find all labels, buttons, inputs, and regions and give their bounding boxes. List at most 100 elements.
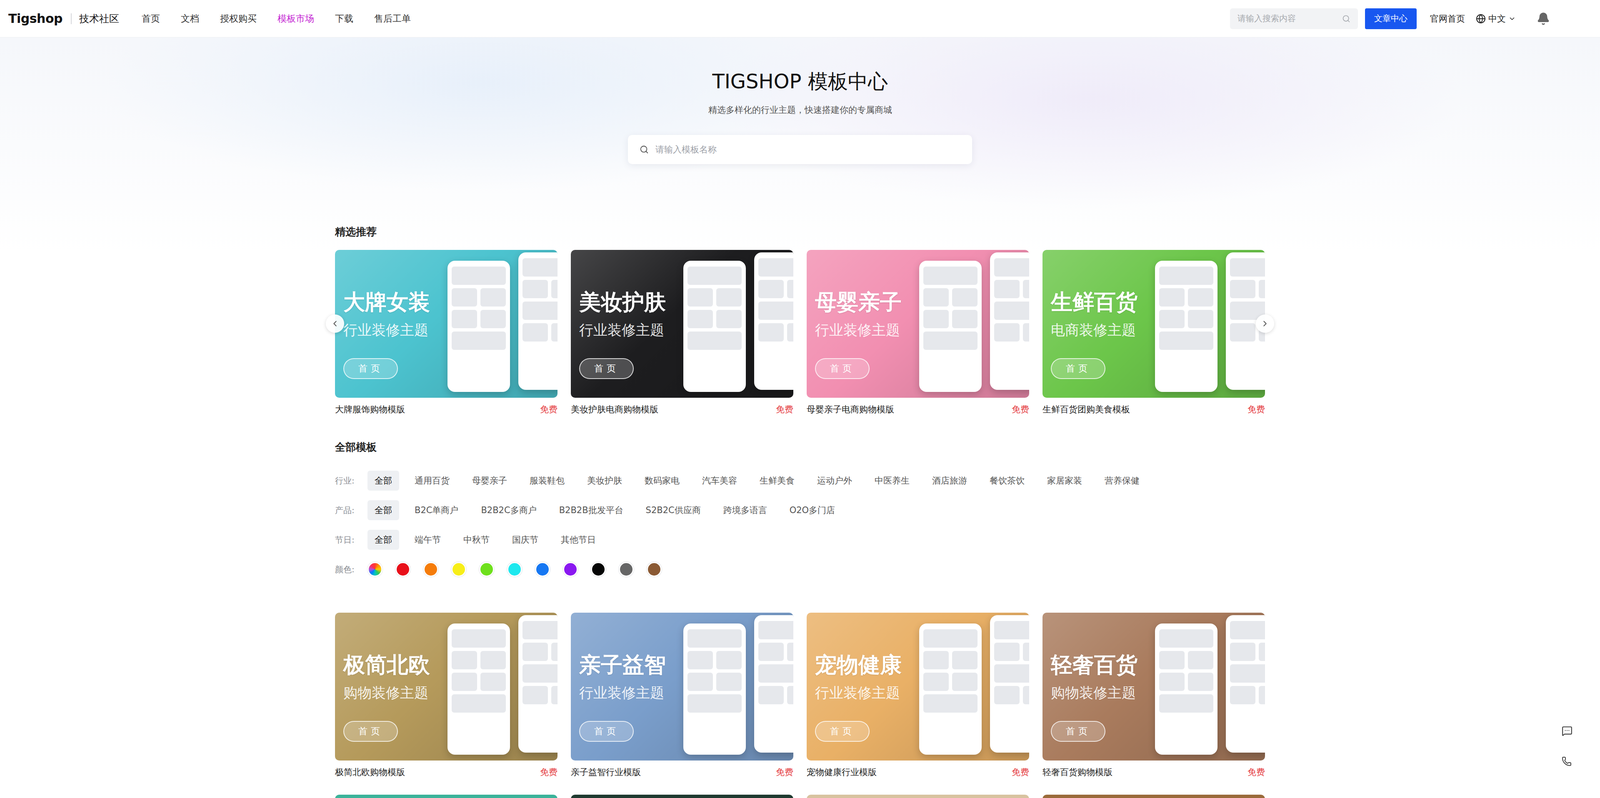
filter-chip[interactable]: 生鲜美食: [752, 470, 802, 491]
filter-chip[interactable]: 中医养生: [867, 470, 917, 491]
template-name[interactable]: 母婴亲子电商购物模版: [806, 403, 895, 416]
template-card[interactable]: 轻奢百货购物装修主题首页轻奢百货购物模版免费: [1042, 612, 1265, 779]
banner-button[interactable]: 首页: [343, 721, 398, 743]
filter-chip[interactable]: B2B2C多商户: [473, 500, 544, 521]
logo[interactable]: Tigshop: [8, 11, 63, 26]
language-switch[interactable]: 中文: [1475, 12, 1516, 25]
carousel-next[interactable]: [1255, 314, 1275, 333]
template-name[interactable]: 极简北欧购物模版: [335, 766, 405, 779]
template-banner[interactable]: 母婴亲子行业装修主题首页: [806, 250, 1030, 398]
banner-tagline: 行业装修主题: [579, 683, 665, 703]
carousel-prev[interactable]: [325, 314, 345, 333]
color-swatch[interactable]: [395, 562, 411, 578]
nav-item[interactable]: 售后工单: [374, 12, 411, 25]
template-name[interactable]: 生鲜百货团购美食模板: [1042, 403, 1130, 416]
template-card[interactable]: 美妆护肤行业装修主题首页美妆护肤电商购物模版免费: [570, 250, 794, 416]
filter-chip[interactable]: 全部: [367, 500, 400, 521]
search-icon: [639, 145, 649, 155]
banner-button[interactable]: 首页: [579, 358, 634, 380]
banner-button[interactable]: 首页: [815, 358, 870, 380]
color-swatch[interactable]: [646, 562, 662, 578]
filter-chip[interactable]: B2B2B批发平台: [552, 500, 631, 521]
color-swatch[interactable]: [507, 562, 523, 578]
color-swatch[interactable]: [423, 562, 439, 578]
color-swatch[interactable]: [479, 562, 495, 578]
filter-chip[interactable]: 美妆护肤: [580, 470, 630, 491]
color-swatch[interactable]: [590, 562, 606, 578]
template-price: 免费: [540, 766, 558, 779]
chat-icon[interactable]: [1561, 725, 1573, 737]
nav-item[interactable]: 模板市场: [277, 12, 315, 25]
article-center-button[interactable]: 文章中心: [1365, 8, 1417, 30]
banner-button[interactable]: 首页: [343, 358, 398, 380]
filter-chip[interactable]: 跨境多语言: [716, 500, 775, 521]
filter-chip[interactable]: 国庆节: [505, 530, 546, 550]
nav-item[interactable]: 首页: [141, 12, 160, 25]
filter-chip[interactable]: 母婴亲子: [465, 470, 515, 491]
filter-chip[interactable]: 数码家电: [637, 470, 687, 491]
banner-headline: 母婴亲子: [815, 289, 902, 315]
filter-chip[interactable]: S2B2C供应商: [638, 500, 708, 521]
template-banner[interactable]: [806, 795, 1030, 798]
header-search[interactable]: 请输入搜索内容: [1230, 8, 1358, 30]
banner-button[interactable]: 首页: [579, 721, 634, 743]
phone-icon[interactable]: [1561, 756, 1572, 767]
template-name[interactable]: 宠物健康行业模版: [806, 766, 877, 779]
template-banner[interactable]: 大牌女装行业装修主题首页: [335, 250, 558, 398]
color-swatch[interactable]: [367, 562, 383, 578]
nav-item[interactable]: 下载: [335, 12, 354, 25]
community-label[interactable]: 技术社区: [79, 12, 120, 26]
official-site-link[interactable]: 官网首页: [1430, 12, 1465, 25]
template-card[interactable]: 生鲜百货电商装修主题首页生鲜百货团购美食模板免费: [1042, 250, 1265, 416]
search-icon[interactable]: [1342, 14, 1351, 23]
filter-chip[interactable]: 其他节日: [553, 530, 603, 550]
color-swatch[interactable]: [535, 562, 550, 578]
filter-chip[interactable]: 中秋节: [456, 530, 497, 550]
template-banner[interactable]: [335, 795, 558, 798]
filter-chip[interactable]: 家居家装: [1040, 470, 1090, 491]
template-banner[interactable]: 宠物健康行业装修主题首页: [806, 612, 1030, 761]
color-swatch[interactable]: [562, 562, 578, 578]
filter-chip[interactable]: O2O多门店: [782, 500, 843, 521]
filter-chip[interactable]: B2C单商户: [407, 500, 466, 521]
template-banner[interactable]: 亲子益智行业装修主题首页: [570, 612, 794, 761]
nav-item[interactable]: 授权购买: [220, 12, 257, 25]
filter-chip[interactable]: 汽车美容: [695, 470, 745, 491]
nav-item[interactable]: 文档: [180, 12, 200, 25]
banner-button[interactable]: 首页: [1050, 358, 1106, 380]
filter-chip[interactable]: 运动户外: [810, 470, 860, 491]
filter-chip[interactable]: 全部: [367, 530, 400, 550]
template-name[interactable]: 美妆护肤电商购物模版: [570, 403, 659, 416]
banner-button[interactable]: 首页: [815, 721, 870, 743]
filter-chip[interactable]: 全部: [367, 470, 400, 491]
template-banner[interactable]: 美妆护肤行业装修主题首页: [570, 250, 794, 398]
filter-chip[interactable]: 端午节: [407, 530, 448, 550]
template-banner[interactable]: 生鲜百货电商装修主题首页: [1042, 250, 1265, 398]
filter-chip[interactable]: 酒店旅游: [925, 470, 975, 491]
template-price: 免费: [1011, 403, 1030, 416]
color-swatch[interactable]: [618, 562, 634, 578]
template-search[interactable]: 请输入模板名称: [627, 135, 973, 165]
color-swatch[interactable]: [451, 562, 467, 578]
template-banner[interactable]: 极简北欧购物装修主题首页: [335, 612, 558, 761]
template-card[interactable]: 大牌女装行业装修主题首页大牌服饰购物模版免费: [335, 250, 558, 416]
template-banner[interactable]: 轻奢百货购物装修主题首页: [1042, 612, 1265, 761]
filter-chip[interactable]: 服装鞋包: [522, 470, 572, 491]
template-name[interactable]: 大牌服饰购物模版: [335, 403, 405, 416]
template-name[interactable]: 亲子益智行业模版: [570, 766, 641, 779]
notification-button[interactable]: [1536, 12, 1550, 26]
template-banner[interactable]: [570, 795, 794, 798]
filter-chip[interactable]: 营养保健: [1097, 470, 1147, 491]
filter-chip[interactable]: 餐饮茶饮: [982, 470, 1032, 491]
template-banner[interactable]: [1042, 795, 1265, 798]
template-card[interactable]: 亲子益智行业装修主题首页亲子益智行业模版免费: [570, 612, 794, 779]
bell-icon[interactable]: [1536, 12, 1550, 26]
template-card[interactable]: 母婴亲子行业装修主题首页母婴亲子电商购物模版 免费: [806, 250, 1030, 416]
phone-mockup: [518, 252, 558, 390]
template-card[interactable]: 宠物健康行业装修主题首页宠物健康行业模版免费: [806, 612, 1030, 779]
template-name[interactable]: 轻奢百货购物模版: [1042, 766, 1113, 779]
template-card[interactable]: 极简北欧购物装修主题首页极简北欧购物模版 免费: [335, 612, 558, 779]
filter-chip[interactable]: 通用百货: [407, 470, 457, 491]
banner-headline: 亲子益智: [579, 652, 666, 678]
banner-button[interactable]: 首页: [1050, 721, 1106, 743]
